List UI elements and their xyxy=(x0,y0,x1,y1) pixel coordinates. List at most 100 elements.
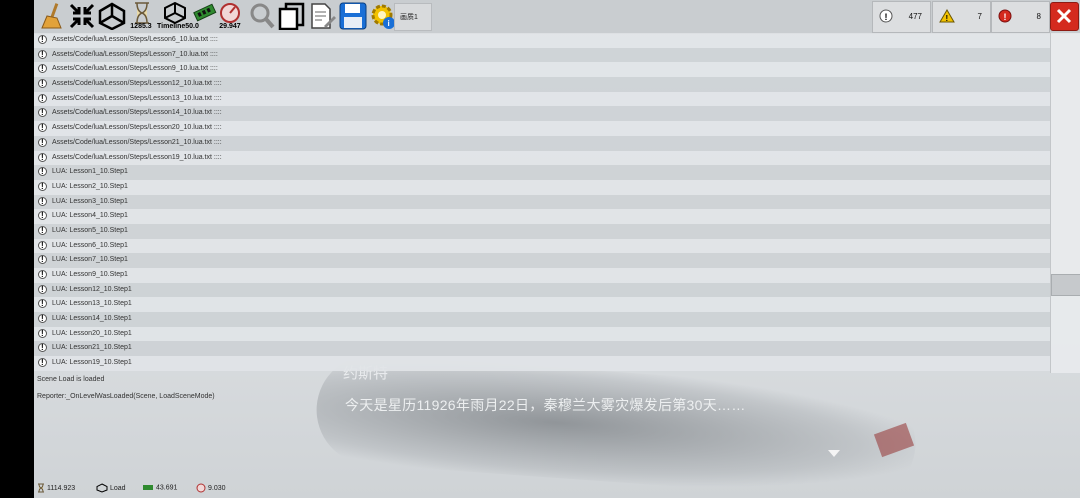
log-info-icon xyxy=(38,152,47,162)
log-row[interactable]: LUA: Lesson1_10.Step1 xyxy=(34,165,1050,180)
detail-stacktrace: Reporter:_OnLevelWasLoaded(Scene, LoadSc… xyxy=(37,393,215,400)
log-row[interactable]: Assets/Code/lua/Lesson/Steps/Lesson9_10.… xyxy=(34,62,1050,78)
log-row[interactable]: LUA: Lesson3_10.Step1 xyxy=(34,194,1050,210)
copy-button[interactable] xyxy=(275,1,305,31)
speedometer-icon xyxy=(196,483,206,493)
log-row[interactable]: LUA: Lesson6_10.Step1 xyxy=(34,238,1050,254)
svg-text:!: ! xyxy=(885,12,888,22)
settings-button[interactable]: i xyxy=(366,1,395,31)
fps-value: 29.947 xyxy=(219,23,241,30)
log-row[interactable]: Assets/Code/lua/Lesson/Steps/Lesson7_10.… xyxy=(34,47,1050,63)
log-row[interactable]: LUA: Lesson20_10.Step1 xyxy=(34,326,1050,342)
warning-count: 7 xyxy=(977,12,982,21)
log-info-icon xyxy=(38,49,47,59)
timeline-display: Timeline50.0 xyxy=(157,1,199,31)
clear-button[interactable] xyxy=(36,1,64,31)
game-screen: 约斯特 今天是星历11926年雨月22日，秦穆兰大雾灾爆发后第30天…… 128… xyxy=(34,0,1080,498)
log-info-icon xyxy=(38,137,47,147)
log-row[interactable]: LUA: Lesson21_10.Step1 xyxy=(34,341,1050,357)
search-button[interactable] xyxy=(246,1,275,31)
export-button[interactable] xyxy=(306,1,336,31)
info-circle-icon: ! xyxy=(879,9,893,23)
unity-logo-icon xyxy=(98,2,126,30)
log-info-icon xyxy=(38,343,47,353)
copy-pages-icon xyxy=(278,2,305,30)
log-row[interactable]: LUA: Lesson2_10.Step1 xyxy=(34,179,1050,195)
unity-logo-icon xyxy=(96,483,108,493)
quality-tab-label: 画质1 xyxy=(400,14,418,21)
log-row[interactable]: LUA: Lesson5_10.Step1 xyxy=(34,223,1050,239)
status-scene: Load xyxy=(96,483,126,493)
warning-triangle-icon: ! xyxy=(939,9,955,23)
log-info-icon xyxy=(38,240,47,250)
log-info-icon xyxy=(38,211,47,221)
log-info-icon xyxy=(38,79,47,89)
log-info-icon xyxy=(38,255,47,265)
floppy-disk-icon xyxy=(339,2,367,30)
log-list: Assets/Code/lua/Lesson/Steps/Lesson6_10.… xyxy=(34,33,1050,371)
log-info-icon xyxy=(38,314,47,324)
document-edit-icon xyxy=(311,3,336,29)
status-bar: 1114.923 Load 43.691 9.030 xyxy=(34,478,1080,498)
log-info-icon xyxy=(38,270,47,279)
ram-chip-icon xyxy=(193,3,217,22)
log-row[interactable]: LUA: Lesson19_10.Step1 xyxy=(34,356,1050,371)
error-count: 8 xyxy=(1036,12,1041,21)
log-scrollbar-thumb[interactable] xyxy=(1051,274,1080,296)
reporter-toolbar: 1285.3 Timeline50.0 29.947 i 画质1 ! 477 !… xyxy=(34,0,1080,34)
quality-tab[interactable]: 画质1 xyxy=(394,3,432,31)
log-row[interactable]: LUA: Lesson9_10.Step1 xyxy=(34,268,1050,283)
log-info-icon xyxy=(38,299,47,309)
scene-object xyxy=(312,351,920,498)
warning-count-button[interactable]: ! 7 xyxy=(932,1,991,33)
log-row[interactable]: Assets/Code/lua/Lesson/Steps/Lesson21_10… xyxy=(34,135,1050,151)
log-row[interactable]: LUA: Lesson7_10.Step1 xyxy=(34,253,1050,268)
speedometer-icon xyxy=(220,3,240,23)
log-info-icon xyxy=(38,181,47,191)
log-info-icon xyxy=(38,358,47,368)
memory-button[interactable] xyxy=(190,1,217,31)
collapse-button[interactable] xyxy=(65,1,95,31)
log-row[interactable]: Assets/Code/lua/Lesson/Steps/Lesson12_10… xyxy=(34,77,1050,92)
log-row[interactable]: Assets/Code/lua/Lesson/Steps/Lesson14_10… xyxy=(34,106,1050,122)
log-row[interactable]: Assets/Code/lua/Lesson/Steps/Lesson20_10… xyxy=(34,121,1050,136)
error-count-button[interactable]: ! 8 xyxy=(991,1,1050,33)
search-icon xyxy=(250,3,275,29)
save-button[interactable] xyxy=(336,1,367,31)
log-info-icon xyxy=(38,93,47,103)
log-info-icon xyxy=(38,167,47,177)
gear-info-icon: i xyxy=(371,4,395,29)
log-scrollbar[interactable] xyxy=(1050,33,1080,373)
log-info-icon xyxy=(38,196,47,206)
ram-chip-icon xyxy=(143,485,153,490)
log-row[interactable]: LUA: Lesson12_10.Step1 xyxy=(34,282,1050,298)
log-row[interactable]: LUA: Lesson14_10.Step1 xyxy=(34,312,1050,327)
log-count: 477 xyxy=(908,12,922,21)
svg-text:!: ! xyxy=(1004,12,1007,22)
time-value: 1285.3 xyxy=(130,23,152,30)
hourglass-icon xyxy=(135,2,149,24)
log-info-icon xyxy=(38,123,47,133)
log-info-icon xyxy=(38,225,47,235)
log-info-icon xyxy=(38,328,47,338)
close-button[interactable] xyxy=(1050,2,1079,31)
log-info-icon xyxy=(38,108,47,118)
hourglass-icon xyxy=(38,483,44,493)
log-info-icon xyxy=(38,64,47,74)
status-time: 1114.923 xyxy=(37,483,75,493)
log-row[interactable]: LUA: Lesson13_10.Step1 xyxy=(34,297,1050,313)
error-circle-icon: ! xyxy=(998,9,1012,23)
dialogue-continue-icon[interactable] xyxy=(828,450,840,457)
log-info-icon xyxy=(38,35,47,44)
log-row[interactable]: Assets/Code/lua/Lesson/Steps/Lesson19_10… xyxy=(34,150,1050,166)
svg-text:!: ! xyxy=(946,14,949,23)
log-row[interactable]: Assets/Code/lua/Lesson/Steps/Lesson6_10.… xyxy=(34,33,1050,48)
log-count-button[interactable]: ! 477 xyxy=(872,1,931,33)
log-row[interactable]: LUA: Lesson4_10.Step1 xyxy=(34,209,1050,224)
close-icon xyxy=(1056,8,1072,24)
timeline-value: Timeline50.0 xyxy=(157,23,199,30)
status-fps: 9.030 xyxy=(196,483,226,493)
log-row[interactable]: Assets/Code/lua/Lesson/Steps/Lesson13_10… xyxy=(34,91,1050,107)
unity-button[interactable] xyxy=(95,1,126,31)
svg-text:i: i xyxy=(388,19,390,28)
